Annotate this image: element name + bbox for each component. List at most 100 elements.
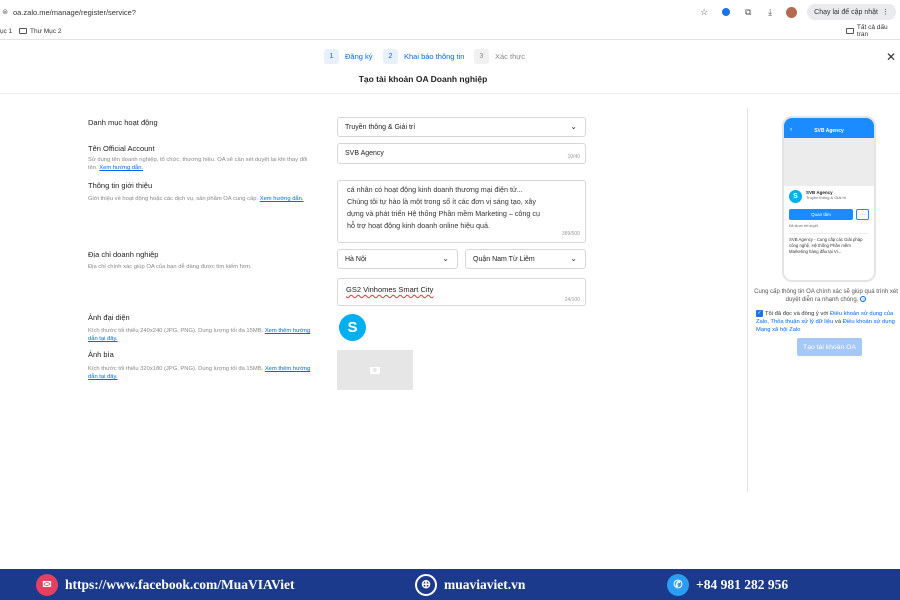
preview-description: SVB Agency - Cung cấp các Giải pháp công… xyxy=(789,233,869,255)
intro-guide-link[interactable]: Xem hướng dẫn. xyxy=(260,196,304,202)
footer-website[interactable]: ⊕ muaviaviet.vn xyxy=(415,573,526,596)
official-name-value: SVB Agency xyxy=(345,150,384,157)
back-arrow-icon: ‹ xyxy=(790,127,792,133)
website-text: muaviaviet.vn xyxy=(444,576,526,592)
globe-icon: ⊕ xyxy=(415,573,437,596)
district-value: Quận Nam Từ Liêm xyxy=(473,255,535,263)
intro-label: Thông tin giới thiệu xyxy=(88,181,153,190)
panel-divider xyxy=(747,108,748,492)
agree-text: Tôi đã đọc và đồng ý với xyxy=(765,311,829,318)
profile-avatar[interactable] xyxy=(786,6,798,18)
chevron-down-icon: ⌄ xyxy=(570,122,577,131)
site-info-icon[interactable]: ⊜ xyxy=(0,7,10,17)
intro-textarea[interactable]: cá nhân có hoạt động kinh doanh thương m… xyxy=(337,180,586,243)
address-desc: Địa chỉ chính xác giúp OA của bạn dễ dàn… xyxy=(88,264,252,270)
step-number: 2 xyxy=(383,49,398,64)
avatar-image[interactable]: S xyxy=(339,314,366,341)
intro-line: hỗ trợ hoạt động kinh doanh online hiệu … xyxy=(347,221,490,230)
district-select[interactable]: Quận Nam Từ Liêm ⌄ xyxy=(465,249,586,269)
puzzle-icon[interactable]: ⧉ xyxy=(742,6,754,18)
folder-icon xyxy=(846,28,854,34)
step-verify: 3 Xác thực xyxy=(474,49,525,64)
step-label: Đăng ký xyxy=(345,52,373,61)
preview-info: S SVB Agency Truyền thông & Giải trí Qua… xyxy=(784,186,874,259)
preview-header: ‹ SVB Agency xyxy=(784,118,874,138)
avatar-desc-text: Kích thước tối thiểu 240x240 (JPG, PNG).… xyxy=(88,328,264,334)
official-name-desc: Sử dụng tên doanh nghiệp, tổ chức, thươn… xyxy=(88,156,313,172)
avatar-desc: Kích thước tối thiểu 240x240 (JPG, PNG).… xyxy=(88,327,313,343)
intro-line: dựng và phát triển Hệ thống Phần mềm Mar… xyxy=(347,209,540,218)
header-divider xyxy=(0,93,900,94)
address-label: Địa chỉ doanh nghiệp xyxy=(88,250,159,259)
help-icon[interactable]: ? xyxy=(860,296,867,302)
browser-chrome: ⊜ oa.zalo.me/manage/register/service? ☆ … xyxy=(0,0,900,40)
agree-and: và xyxy=(834,319,842,326)
address-bar[interactable]: ⊜ oa.zalo.me/manage/register/service? xyxy=(0,3,742,21)
chevron-down-icon: ⌄ xyxy=(442,254,449,263)
policy-link[interactable]: Thỏa thuận xử lý dữ liệu xyxy=(770,319,833,325)
step-number: 1 xyxy=(324,49,339,64)
street-value: GS2 Vinhomes Smart City xyxy=(346,285,434,294)
bookmark-folder-label: Thư Mục 2 xyxy=(30,27,62,35)
cover-desc-text: Kích thước tối thiểu 320x180 (JPG, PNG).… xyxy=(88,366,264,372)
step-register: 1 Đăng ký xyxy=(324,49,373,64)
footer-phone[interactable]: ✆ +84 981 282 956 xyxy=(667,573,789,596)
official-name-label: Tên Official Account xyxy=(88,144,155,153)
logo-letter: S xyxy=(347,319,358,336)
cover-upload[interactable] xyxy=(337,350,413,390)
step-number: 3 xyxy=(474,49,489,64)
bookmark-label: ục 1 xyxy=(0,27,13,35)
url-text[interactable]: oa.zalo.me/manage/register/service? xyxy=(13,8,136,17)
cover-desc: Kích thước tối thiểu 320x180 (JPG, PNG).… xyxy=(88,365,313,381)
create-oa-button[interactable]: Tạo tài khoản OA xyxy=(797,338,862,356)
step-info: 2 Khai báo thông tin xyxy=(383,49,464,64)
city-value: Hà Nội xyxy=(345,255,367,263)
close-icon[interactable]: ✕ xyxy=(886,50,896,64)
bookmarks-bar: ục 1 Thư Mục 2 Tất cả dấu tran xyxy=(0,24,900,38)
mail-icon: ✉ xyxy=(36,573,58,596)
bookmark-item[interactable]: ục 1 xyxy=(0,28,12,35)
category-value: Truyền thông & Giải trí xyxy=(345,123,416,131)
stepper: 1 Đăng ký 2 Khai báo thông tin 3 Xác thực xyxy=(0,49,900,67)
phone-number: +84 981 282 956 xyxy=(696,576,789,592)
download-icon[interactable]: ⤓ xyxy=(764,6,776,18)
street-input[interactable]: GS2 Vinhomes Smart City 24/100 xyxy=(337,278,586,306)
cover-label: Ảnh bìa xyxy=(88,350,114,359)
logo-letter: S xyxy=(793,193,798,200)
update-button[interactable]: Chạy lại để cập nhật ⋮ xyxy=(807,4,896,20)
camera-icon xyxy=(370,366,380,374)
intro-desc: Giới thiệu về hoạt động hoặc các dịch vụ… xyxy=(88,195,328,203)
category-select[interactable]: Truyền thông & Giải trí ⌄ xyxy=(337,117,586,137)
star-icon[interactable]: ☆ xyxy=(698,6,710,18)
preview-more-button: ··· xyxy=(856,209,869,220)
preview-logo: S xyxy=(789,190,802,203)
official-name-guide-link[interactable]: Xem hướng dẫn. xyxy=(99,165,143,171)
char-count: 24/100 xyxy=(564,297,580,303)
extension-blue-icon[interactable] xyxy=(720,6,732,18)
footer-banner: ✉ https://www.facebook.com/MuaVIAViet ⊕ mu… xyxy=(0,569,900,600)
intro-line: cá nhân có hoạt động kinh doanh thương m… xyxy=(347,185,523,194)
preview-note: Cung cấp thông tin OA chính xác sẽ giúp … xyxy=(752,288,900,304)
agree-separator: , xyxy=(767,319,769,326)
update-label: Chạy lại để cập nhật xyxy=(814,8,878,16)
all-bookmarks-label: Tất cả dấu tran xyxy=(856,24,888,38)
category-label: Danh mục hoạt động xyxy=(88,118,158,127)
footer-facebook[interactable]: ✉ https://www.facebook.com/MuaVIAViet xyxy=(36,573,295,596)
all-bookmarks[interactable]: Tất cả dấu tran xyxy=(846,24,900,38)
bookmark-folder-2[interactable]: Thư Mục 2 xyxy=(19,28,61,35)
terms-agreement[interactable]: ✓ Tôi đã đọc và đồng ý với Điều khoản sử … xyxy=(756,310,900,334)
preview-note-text: Cung cấp thông tin OA chính xác sẽ giúp … xyxy=(754,289,898,303)
preview-follow-button: Quan tâm xyxy=(789,209,853,220)
city-select[interactable]: Hà Nội ⌄ xyxy=(337,249,458,269)
phone-icon: ✆ xyxy=(667,573,689,596)
char-count: 389/500 xyxy=(561,231,580,237)
chevron-down-icon: ⌄ xyxy=(570,254,577,263)
preview-warning: Đã được xét duyệt xyxy=(789,224,818,228)
preview-header-title: SVB Agency xyxy=(814,128,844,134)
facebook-url: https://www.facebook.com/MuaVIAViet xyxy=(65,576,295,592)
checkbox-checked-icon[interactable]: ✓ xyxy=(756,310,763,317)
menu-icon: ⋮ xyxy=(882,9,889,16)
intro-desc-text: Giới thiệu về hoạt động hoặc các dịch vụ… xyxy=(88,196,259,202)
official-name-input[interactable]: SVB Agency 10/40 xyxy=(337,143,586,164)
step-label: Khai báo thông tin xyxy=(404,52,465,61)
